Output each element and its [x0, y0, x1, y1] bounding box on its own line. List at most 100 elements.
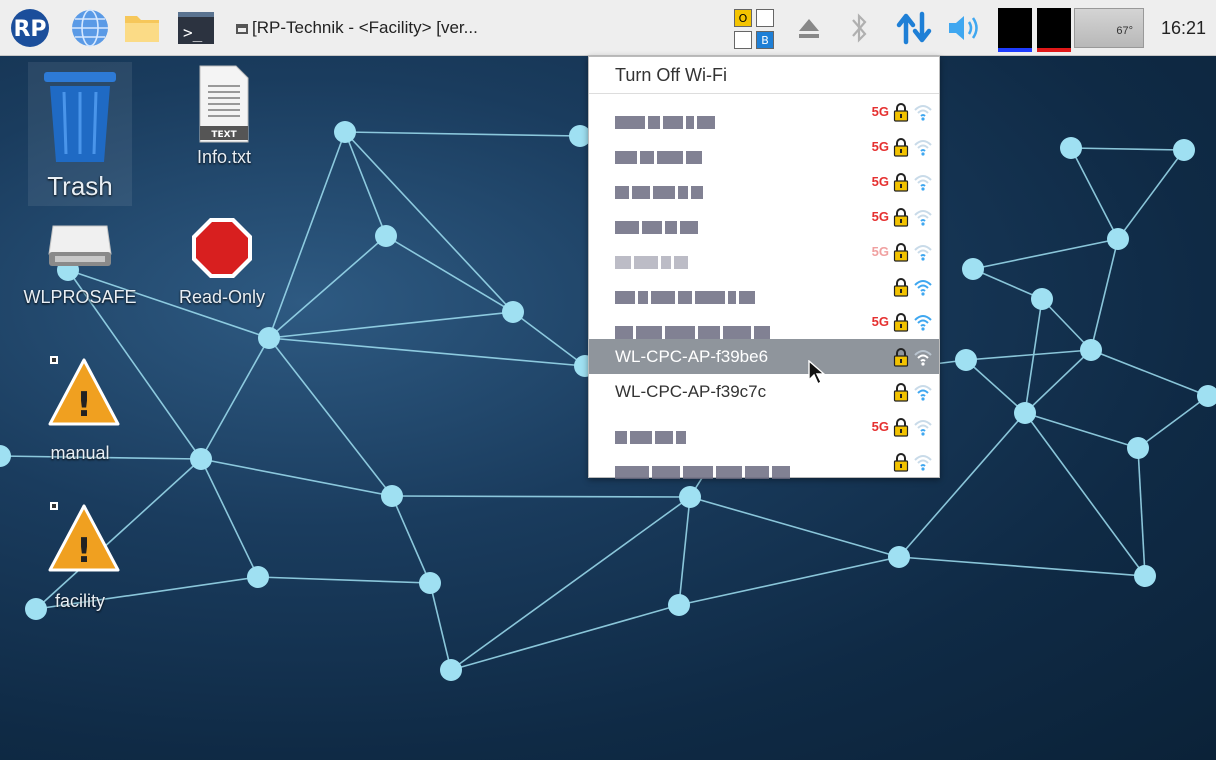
network-item[interactable]	[589, 269, 939, 305]
drive-icon	[48, 225, 112, 266]
desktop-item-read-only[interactable]: Read-Only	[174, 216, 270, 308]
desktop-item-label: manual	[50, 443, 110, 463]
wallpaper-edge	[512, 311, 586, 367]
desktop-item-manual[interactable]: ! manual	[30, 354, 130, 464]
redacted-ssid	[615, 456, 793, 480]
wallpaper-edge	[972, 238, 1119, 270]
wallpaper-edge	[1090, 238, 1119, 351]
wallpaper-edge	[385, 235, 514, 313]
network-item[interactable]: WL-CPC-AP-f39c7c	[589, 374, 939, 409]
turn-off-wifi-item[interactable]: Turn Off Wi-Fi	[589, 57, 939, 94]
redacted-ssid	[615, 246, 691, 270]
band-badge: 5G	[871, 174, 889, 189]
network-item[interactable]: 5G	[589, 234, 939, 270]
network-item[interactable]: WL-CPC-AP-f39be6	[589, 339, 939, 374]
text-file-icon: TEXT	[199, 65, 249, 143]
wallpaper-node	[1080, 339, 1102, 361]
desktop-item-wlprosafe[interactable]: WLPROSAFE	[18, 216, 142, 308]
desktop-item-label: WLPROSAFE	[23, 287, 137, 307]
folder-icon[interactable]	[122, 8, 162, 48]
kbd-indicator-blank	[756, 9, 774, 27]
network-item[interactable]: 5G	[589, 129, 939, 165]
volume-icon[interactable]	[944, 8, 984, 48]
wallpaper-edge	[1090, 349, 1209, 397]
lock-icon	[893, 417, 909, 437]
wallpaper-edge	[1070, 147, 1119, 240]
wallpaper-edge	[257, 576, 431, 584]
band-badge: 5G	[871, 139, 889, 154]
redacted-ssid	[615, 421, 689, 445]
redacted-ssid	[615, 281, 758, 305]
network-status-icons	[867, 339, 933, 374]
wallpaper-edge	[344, 131, 514, 313]
wallpaper-edge	[344, 131, 387, 237]
window-icon	[236, 24, 248, 34]
kbd-indicator-o: O	[734, 9, 752, 27]
network-item[interactable]: 5G	[589, 199, 939, 235]
wallpaper-node	[258, 327, 280, 349]
band-badge: 5G	[871, 244, 889, 259]
network-item[interactable]: 5G	[589, 409, 939, 445]
redacted-ssid	[615, 211, 701, 235]
network-arrows-icon[interactable]	[894, 8, 934, 48]
desktop-item-label: Info.txt	[196, 147, 252, 167]
wallpaper-edge	[965, 349, 1092, 361]
wallpaper-node	[190, 448, 212, 470]
lock-icon	[893, 452, 909, 472]
wallpaper-edge	[344, 131, 581, 137]
rp-logo-icon[interactable]: RP	[10, 8, 50, 48]
network-status-icons: 5G	[867, 409, 933, 444]
network-list: 5G 5G 5G 5G 5G 5G WL-CPC-AP-f39be6 WL-CPC-AP-f3…	[589, 94, 939, 480]
bluetooth-icon[interactable]	[844, 8, 874, 48]
network-status-icons: 5G	[867, 199, 933, 234]
wallpaper-edge	[965, 359, 1026, 414]
lock-icon	[893, 382, 909, 402]
warning-icon: !	[48, 356, 120, 426]
wallpaper-edge	[898, 556, 1146, 577]
wallpaper-node	[334, 121, 356, 143]
wifi-signal-icon	[914, 139, 932, 156]
redacted-ssid	[615, 316, 773, 340]
mouse-cursor-icon	[808, 360, 826, 386]
active-window-title[interactable]: [RP-Technik - <Facility> [ver...	[236, 0, 478, 56]
network-item[interactable]: 5G	[589, 304, 939, 340]
wallpaper-edge	[268, 131, 346, 339]
wifi-signal-icon	[914, 384, 932, 401]
wallpaper-edge	[1024, 349, 1092, 414]
network-item[interactable]	[589, 444, 939, 480]
desktop-item-info-txt[interactable]: TEXT Info.txt	[182, 64, 266, 168]
eject-icon[interactable]	[794, 8, 824, 48]
wallpaper-edge	[200, 458, 393, 497]
band-badge: 5G	[871, 419, 889, 434]
wallpaper-edge	[1070, 147, 1185, 151]
wallpaper-edge	[1137, 395, 1209, 449]
wallpaper-node	[1031, 288, 1053, 310]
wallpaper-node	[0, 445, 11, 467]
desktop-item-facility[interactable]: ! facility	[30, 500, 130, 612]
network-item[interactable]: 5G	[589, 164, 939, 200]
terminal-icon[interactable]: >_	[176, 8, 216, 48]
network-status-icons: 5G	[867, 234, 933, 269]
warning-icon: !	[48, 502, 120, 572]
wallpaper-node	[1060, 137, 1082, 159]
wallpaper-node	[375, 225, 397, 247]
desktop-item-label: Read-Only	[178, 287, 266, 307]
wallpaper-node	[440, 659, 462, 681]
clock[interactable]: 16:21	[1161, 0, 1206, 56]
desktop-item-trash[interactable]: Trash	[28, 62, 132, 206]
wifi-signal-icon	[914, 419, 932, 436]
desktop-item-label: facility	[54, 591, 105, 611]
network-status-icons: 5G	[867, 304, 933, 339]
wallpaper-node	[1173, 139, 1195, 161]
wallpaper-edge	[268, 337, 393, 497]
keyboard-indicators[interactable]: O B	[734, 9, 778, 49]
globe-icon[interactable]	[70, 8, 110, 48]
wifi-signal-icon	[914, 174, 932, 191]
lock-icon	[893, 137, 909, 157]
network-status-icons	[867, 444, 933, 479]
network-item[interactable]: 5G	[589, 94, 939, 130]
band-badge: 5G	[871, 209, 889, 224]
wallpaper-node	[668, 594, 690, 616]
wallpaper-edge	[429, 582, 452, 671]
network-status-icons	[867, 374, 933, 409]
